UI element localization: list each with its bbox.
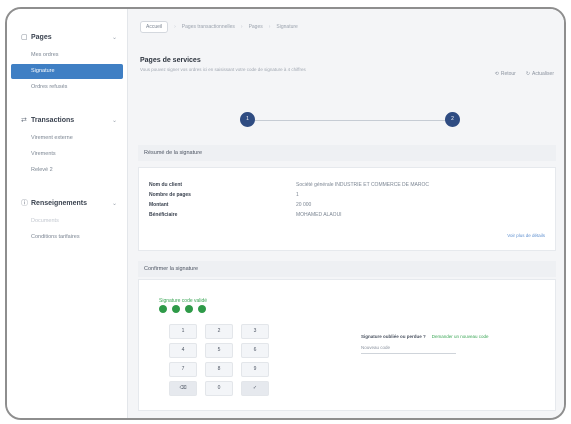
breadcrumb-item[interactable]: Pages [249,24,263,30]
key-1[interactable]: 1 [169,324,197,339]
sidebar-item-mes-ordres[interactable]: Mes ordres [11,48,123,63]
summary-row-beneficiary: Bénéficiaire MOHAMED ALAOUI [149,212,342,218]
sidebar-item-documents[interactable]: Documents [11,214,123,229]
chevron-down-icon: ⌄ [111,34,117,41]
breadcrumb-item-current: Signature [276,24,298,30]
header-actions: ⟲ Retour ↻ Actualiser [495,71,554,77]
refresh-button[interactable]: ↻ Actualiser [526,71,554,77]
page-icon: ▢ [21,34,28,41]
summary-row-pages: Nombre de pages 1 [149,192,299,198]
pin-dot [172,305,180,313]
pin-dot [185,305,193,313]
stepper: 1 2 [240,112,460,128]
page-header: Pages de services Vous pouvez signer vos… [140,57,554,87]
pin-dot [159,305,167,313]
key-2[interactable]: 2 [205,324,233,339]
chevron-down-icon: ⌄ [111,200,117,207]
breadcrumb-separator: › [268,24,271,30]
key-7[interactable]: 7 [169,362,197,377]
key-4[interactable]: 4 [169,343,197,358]
more-details-link[interactable]: Voir plus de détails [507,233,545,238]
summary-card: Nom du client Société générale INDUSTRIE … [138,167,556,251]
step-2[interactable]: 2 [445,112,460,127]
sidebar-section-renseignements[interactable]: ⓘ Renseignements ⌄ [7,193,127,213]
signature-card: Signature code validé 1 2 3 4 5 6 7 8 9 … [138,279,556,411]
sidebar-item-virement-externe[interactable]: Virement externe [11,131,123,146]
breadcrumb-separator: › [174,24,176,30]
key-8[interactable]: 8 [205,362,233,377]
key-confirm[interactable]: ✓ [241,381,269,396]
back-button[interactable]: ⟲ Retour [495,71,516,77]
key-delete[interactable]: ⌫ [169,381,197,396]
summary-card-title: Résumé de la signature [138,145,556,161]
pin-dots [159,305,206,313]
page-title: Pages de services [140,57,201,64]
refresh-icon: ↻ [525,71,531,77]
breadcrumb: Accueil › Pages transactionnelles › Page… [128,9,564,45]
stepper-line [248,119,452,121]
main-content: Accueil › Pages transactionnelles › Page… [128,9,564,418]
key-3[interactable]: 3 [241,324,269,339]
app-window: ▢ Pages ⌄ Mes ordres Signature Ordres re… [5,7,566,420]
key-5[interactable]: 5 [205,343,233,358]
summary-row-client: Nom du client Société générale INDUSTRIE … [149,182,429,188]
signature-code-label: Signature code validé [159,298,208,304]
request-new-code-link[interactable]: Demander un nouveau code [432,334,489,339]
keypad: 1 2 3 4 5 6 7 8 9 ⌫ 0 ✓ [169,324,269,396]
pin-dot [198,305,206,313]
step-1[interactable]: 1 [240,112,255,127]
key-6[interactable]: 6 [241,343,269,358]
sidebar-item-virements[interactable]: Virements [11,147,123,162]
lost-code-section: Signature oubliée ou perdue ? Demander un… [361,334,521,354]
new-code-field[interactable]: Nouveau code [361,345,456,354]
key-0[interactable]: 0 [205,381,233,396]
sidebar-section-transactions[interactable]: ⇄ Transactions ⌄ [7,110,127,130]
lost-code-question: Signature oubliée ou perdue ? Demander un… [361,334,489,339]
page-subtitle: Vous pouvez signer vos ordres ici en sai… [140,67,306,72]
breadcrumb-separator: › [240,24,243,30]
transfer-icon: ⇄ [21,117,27,124]
sidebar-section-pages[interactable]: ▢ Pages ⌄ [7,27,127,47]
sidebar-item-releve[interactable]: Relevé 2 [11,163,123,178]
sidebar-item-ordres-refuses[interactable]: Ordres refusés [11,80,123,95]
breadcrumb-item[interactable]: Pages transactionnelles [182,24,235,30]
sidebar: ▢ Pages ⌄ Mes ordres Signature Ordres re… [7,9,128,418]
sidebar-item-signature[interactable]: Signature [11,64,123,79]
summary-row-amount: Montant 20 000 [149,202,312,208]
info-icon: ⓘ [21,200,28,207]
breadcrumb-home[interactable]: Accueil [140,21,169,33]
signature-card-title: Confirmer la signature [138,261,556,277]
chevron-down-icon: ⌄ [111,117,117,124]
key-9[interactable]: 9 [241,362,269,377]
back-icon: ⟲ [494,71,499,77]
sidebar-item-conditions[interactable]: Conditions tarifaires [11,230,123,245]
